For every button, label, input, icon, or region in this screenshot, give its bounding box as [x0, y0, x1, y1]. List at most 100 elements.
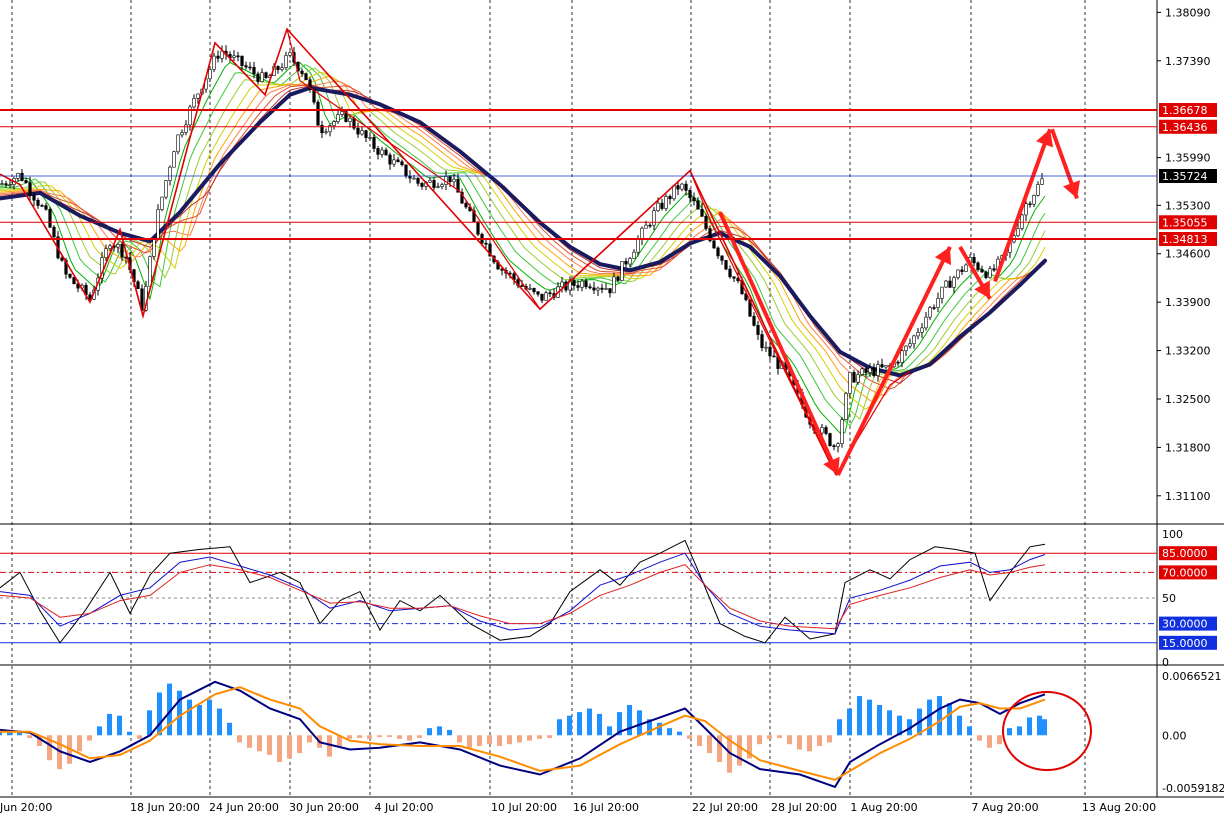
- macd-tick-label: 0.00: [1162, 729, 1187, 742]
- macd-histogram-bar: [797, 735, 802, 750]
- candle-body: [828, 433, 832, 446]
- candle-body: [684, 183, 688, 191]
- candle-body: [964, 264, 968, 272]
- candle-body: [864, 368, 868, 373]
- macd-histogram-bar: [1017, 726, 1022, 736]
- candle-body: [896, 361, 900, 364]
- price-level-label: 1.35055: [1162, 216, 1208, 229]
- macd-histogram-bar: [447, 729, 452, 736]
- candle-body: [844, 393, 848, 420]
- macd-histogram-bar: [987, 735, 992, 748]
- candle-body: [156, 209, 160, 239]
- candle-body: [240, 55, 244, 66]
- candle-body: [372, 137, 376, 149]
- macd-histogram-bar: [127, 731, 132, 736]
- candle-body: [984, 271, 988, 278]
- candle-body: [484, 242, 488, 245]
- candle-body: [8, 184, 12, 186]
- price-level-label: 1.36678: [1162, 104, 1208, 117]
- candle-body: [560, 281, 564, 288]
- candle-body: [824, 427, 828, 434]
- candle-body: [592, 287, 596, 291]
- candle-body: [520, 285, 524, 287]
- price-tick-label: 1.34600: [1165, 248, 1211, 261]
- candle-body: [820, 427, 824, 434]
- macd-histogram-bar: [997, 735, 1002, 745]
- macd-histogram-bar: [627, 704, 632, 736]
- osc-level-label: 70.0000: [1162, 566, 1208, 579]
- candle-body: [32, 194, 36, 201]
- candle-body: [636, 239, 640, 253]
- macd-histogram-bar: [867, 699, 872, 736]
- candle-body: [428, 179, 432, 183]
- candle-body: [108, 245, 112, 249]
- candle-body: [588, 286, 592, 289]
- candle-body: [832, 445, 836, 447]
- candle-body: [840, 419, 844, 444]
- price-level-label: 1.34813: [1162, 233, 1208, 246]
- candle-body: [40, 205, 44, 207]
- candle-body: [24, 180, 28, 183]
- candle-body: [852, 372, 856, 383]
- candle-body: [436, 186, 440, 188]
- candle-body: [304, 73, 308, 81]
- candle-body: [676, 185, 680, 190]
- macd-histogram-bar: [397, 735, 402, 739]
- candle-body: [184, 124, 188, 133]
- candle-body: [440, 184, 444, 187]
- macd-histogram-bar: [817, 735, 822, 746]
- macd-histogram-bar: [827, 735, 832, 743]
- macd-histogram-bar: [107, 713, 112, 736]
- candle-body: [772, 355, 776, 358]
- macd-histogram-bar: [417, 735, 422, 738]
- candle-body: [1016, 228, 1020, 237]
- macd-histogram-bar: [197, 704, 202, 736]
- macd-histogram-bar: [267, 735, 272, 755]
- x-date-label: 16 Jul 20:00: [573, 801, 639, 814]
- macd-histogram-bar: [257, 735, 262, 752]
- candle-body: [160, 196, 164, 210]
- macd-histogram-bar: [287, 735, 292, 759]
- macd-histogram-bar: [77, 735, 82, 752]
- candle-body: [408, 175, 412, 179]
- candle-body: [836, 443, 840, 447]
- macd-histogram-bar: [87, 735, 92, 741]
- candle-body: [276, 66, 280, 70]
- candle-body: [60, 257, 64, 261]
- candle-body: [288, 52, 292, 56]
- candle-body: [168, 166, 172, 181]
- osc-tick-label: 0: [1162, 656, 1169, 669]
- candle-body: [4, 183, 8, 185]
- candle-body: [656, 202, 660, 211]
- macd-histogram-bar: [557, 719, 562, 736]
- price-tick-label: 1.35990: [1165, 152, 1211, 165]
- candle-body: [176, 134, 180, 153]
- macd-histogram-bar: [187, 699, 192, 736]
- candle-body: [448, 176, 452, 183]
- price-tick-label: 1.32500: [1165, 393, 1211, 406]
- candle-body: [668, 196, 672, 200]
- price-tick-label: 1.31100: [1165, 490, 1211, 503]
- price-tick-label: 1.31800: [1165, 441, 1211, 454]
- macd-histogram-bar: [777, 735, 782, 738]
- candle-body: [404, 164, 408, 177]
- macd-histogram-bar: [957, 715, 962, 736]
- candle-body: [652, 210, 656, 226]
- macd-histogram-bar: [27, 735, 32, 738]
- candle-body: [104, 248, 108, 258]
- macd-histogram-bar: [227, 722, 232, 736]
- candle-body: [732, 276, 736, 279]
- candle-body: [380, 149, 384, 155]
- macd-histogram-bar: [297, 735, 302, 754]
- candle-body: [500, 268, 504, 271]
- macd-histogram-bar: [497, 735, 502, 746]
- candle-body: [44, 205, 48, 210]
- candle-body: [700, 208, 704, 217]
- candle-body: [244, 65, 248, 68]
- candle-body: [396, 159, 400, 163]
- macd-histogram-bar: [157, 692, 162, 736]
- macd-histogram-bar: [877, 704, 882, 736]
- x-date-label: 1 Aug 20:00: [850, 801, 917, 814]
- macd-histogram-bar: [937, 696, 942, 736]
- candle-body: [612, 276, 616, 294]
